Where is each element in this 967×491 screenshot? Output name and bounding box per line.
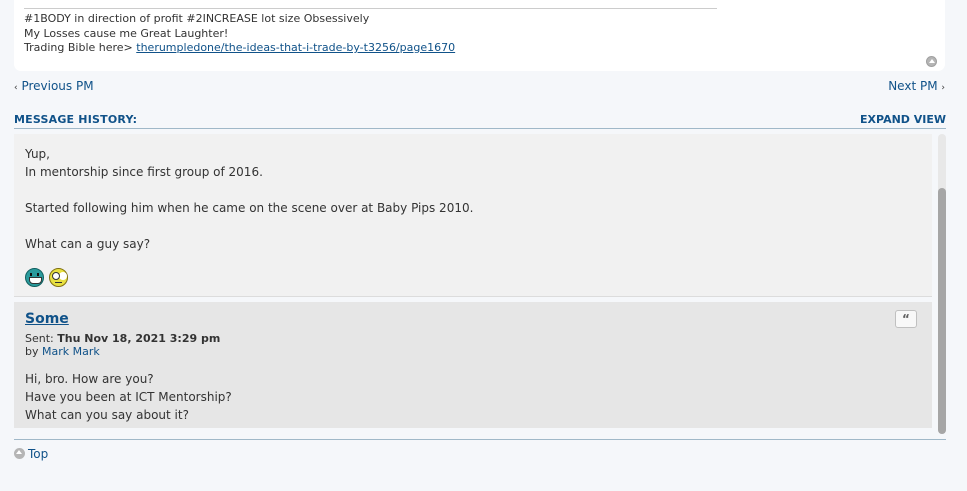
- signature-line-3: Trading Bible here> therumpledone/the-id…: [24, 41, 455, 56]
- quote-button[interactable]: “: [895, 310, 917, 328]
- top-link-container: Top: [14, 447, 48, 461]
- eek-smiley-icon: [48, 268, 68, 287]
- next-pm-link[interactable]: Next PM ›: [888, 79, 945, 93]
- pm-navigation: ‹ Previous PM Next PM ›: [14, 78, 945, 94]
- expand-view-link[interactable]: EXPAND VIEW: [860, 113, 946, 126]
- author-link[interactable]: Mark Mark: [42, 345, 100, 358]
- message-line: [25, 217, 473, 235]
- message-history-header: MESSAGE HISTORY: EXPAND VIEW: [14, 112, 946, 129]
- message-sent-info: Sent: Thu Nov 18, 2021 3:29 pm: [25, 332, 220, 345]
- top-label: Top: [28, 447, 49, 461]
- chevron-left-icon: ‹: [14, 83, 18, 93]
- signature-line-1: #1BODY in direction of profit #2INCREASE…: [24, 12, 370, 25]
- divider: [14, 439, 946, 440]
- sent-date: Thu Nov 18, 2021 3:29 pm: [57, 332, 221, 345]
- message-line: What can you say about it?: [25, 408, 189, 422]
- message-subject-link[interactable]: Some: [25, 311, 69, 327]
- signature-line-3-prefix: Trading Bible here>: [24, 41, 137, 54]
- message-author-info: by Mark Mark: [25, 345, 100, 358]
- scrollbar-thumb[interactable]: [938, 188, 946, 434]
- message-history-list[interactable]: Yup, In mentorship since first group of …: [14, 134, 946, 434]
- signature-line-2: My Losses cause me Great Laughter!: [24, 26, 229, 40]
- previous-pm-label: Previous PM: [21, 79, 94, 93]
- message-line: Have you been at ICT Mentorship?: [25, 390, 232, 404]
- message-body: Yup, In mentorship since first group of …: [25, 145, 473, 253]
- trading-bible-link[interactable]: therumpledone/the-ideas-that-i-trade-by-…: [136, 41, 455, 54]
- message-body: Hi, bro. How are you? Have you been at I…: [25, 370, 232, 424]
- previous-pm-link[interactable]: ‹ Previous PM: [14, 79, 94, 93]
- history-message: Some Sent: Thu Nov 18, 2021 3:29 pm by M…: [14, 302, 932, 428]
- message-line: Started following him when he came on th…: [25, 201, 474, 215]
- next-pm-label: Next PM: [888, 79, 938, 93]
- post-panel: #1BODY in direction of profit #2INCREASE…: [14, 0, 945, 71]
- signature: #1BODY in direction of profit #2INCREASE…: [24, 12, 455, 56]
- top-link[interactable]: Top: [14, 447, 48, 461]
- message-line: What can a guy say?: [25, 237, 151, 251]
- message-line: In mentorship since first group of 2016.: [25, 165, 263, 179]
- sent-prefix: Sent:: [25, 332, 58, 345]
- message-line: Hi, bro. How are you?: [25, 372, 154, 386]
- signature-divider: [24, 8, 717, 9]
- smilies: [25, 268, 69, 287]
- message-line: [25, 181, 473, 199]
- grin-smiley-icon: [25, 268, 44, 287]
- by-prefix: by: [25, 345, 42, 358]
- chevron-right-icon: ›: [941, 83, 945, 93]
- back-to-top-icon[interactable]: [926, 56, 937, 67]
- message-history-title: MESSAGE HISTORY:: [14, 113, 138, 126]
- back-to-top-icon: [14, 448, 25, 459]
- message-line: Yup,: [25, 147, 50, 161]
- history-message: Yup, In mentorship since first group of …: [14, 134, 932, 297]
